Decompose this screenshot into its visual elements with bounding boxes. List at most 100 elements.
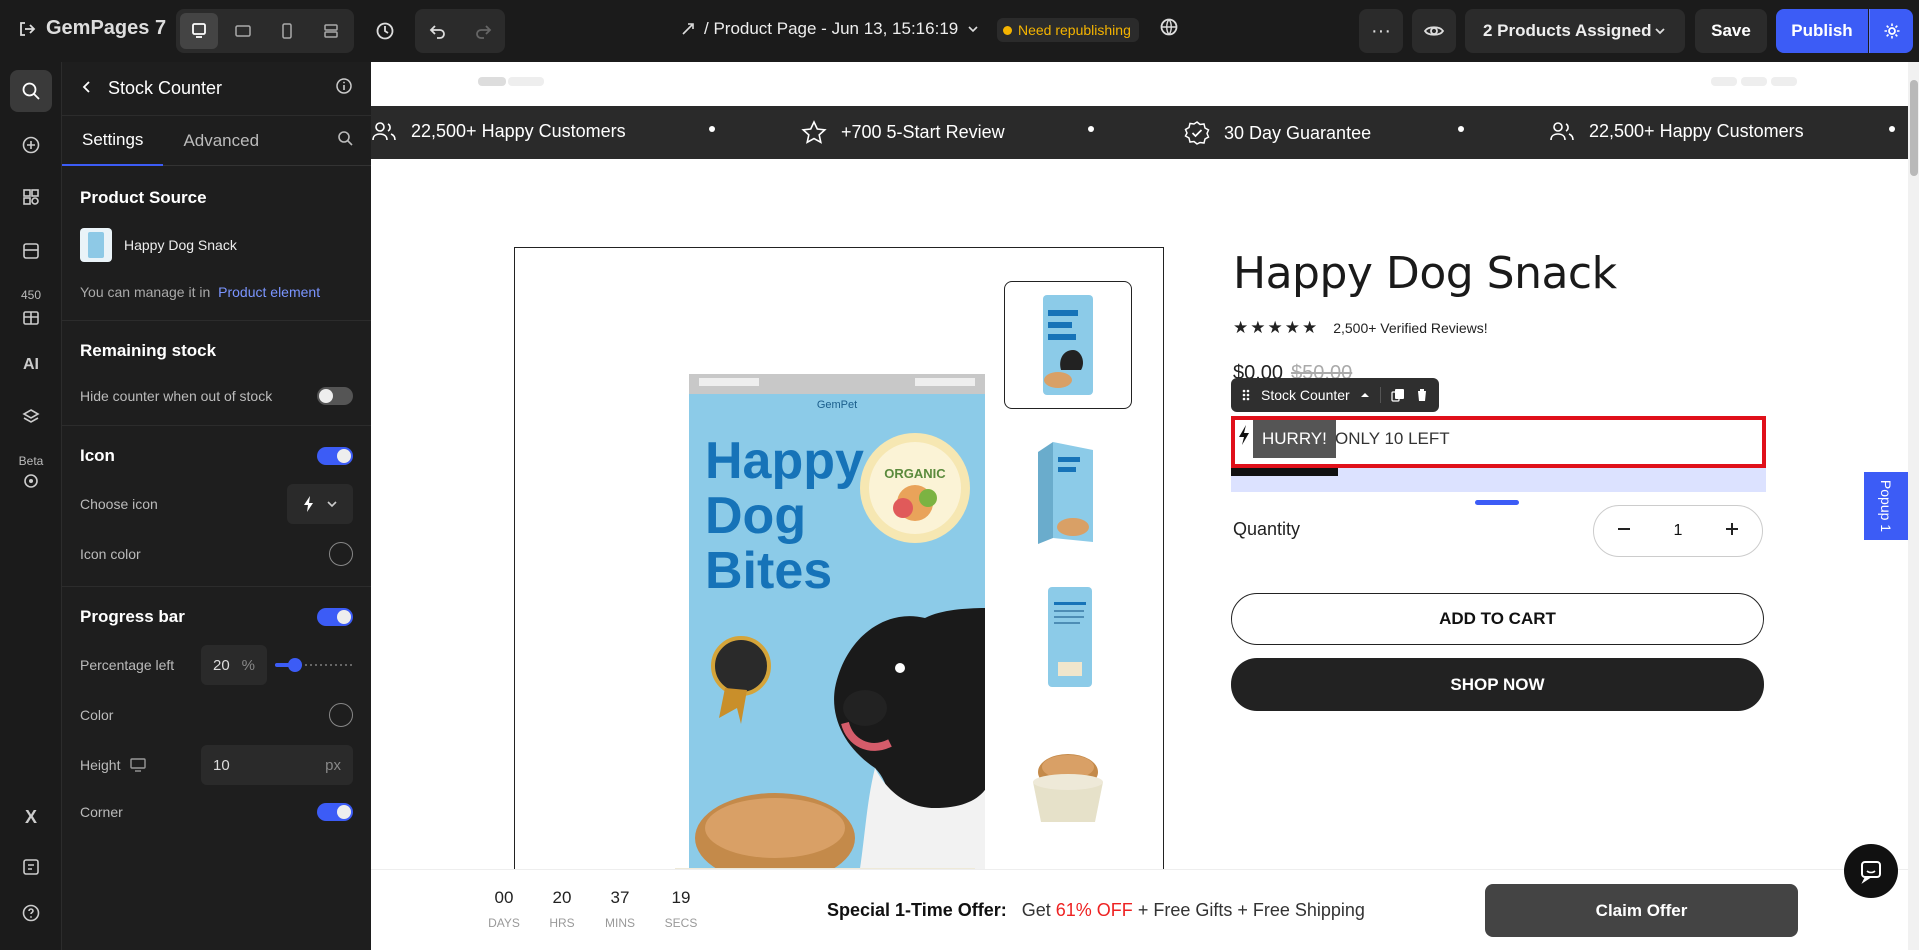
thumbnail-1[interactable] <box>1004 281 1132 409</box>
hide-counter-toggle[interactable] <box>317 387 353 405</box>
progress-color-label: Color <box>80 707 114 723</box>
height-unit: px <box>325 756 341 774</box>
lightning-icon <box>1239 425 1249 445</box>
icon-toggle[interactable] <box>317 447 353 465</box>
percentage-slider[interactable] <box>275 658 353 672</box>
language-button[interactable] <box>1158 16 1180 43</box>
percentage-slider-handle[interactable] <box>288 658 302 672</box>
quantity-value[interactable]: 1 <box>1674 522 1683 540</box>
gear-icon <box>1884 23 1899 39</box>
quantity-stepper: 1 <box>1593 505 1763 557</box>
assigned-products-dropdown[interactable]: 2 Products Assigned <box>1465 9 1685 53</box>
undo-icon <box>429 25 445 39</box>
reviews-count: 2,500+ Verified Reviews! <box>1333 320 1488 336</box>
offer-discount: 61% OFF <box>1055 900 1133 920</box>
panel-title: Stock Counter <box>108 78 223 98</box>
page-title: / Product Page - Jun 13, 15:16:19 <box>704 19 959 38</box>
increase-quantity-button[interactable] <box>1724 521 1740 542</box>
info-button[interactable] <box>335 77 353 100</box>
publish-button[interactable]: Publish <box>1776 9 1868 53</box>
thumbnail-2[interactable] <box>1004 428 1132 556</box>
back-button[interactable] <box>80 78 94 99</box>
canvas-scrollbar-thumb[interactable] <box>1910 80 1918 176</box>
tablet-landscape-button[interactable] <box>224 13 262 49</box>
resize-handle[interactable] <box>1475 500 1519 505</box>
progress-bar-toggle[interactable] <box>317 608 353 626</box>
apps-button[interactable] <box>10 296 52 338</box>
product-title[interactable]: Happy Dog Snack <box>1233 248 1617 299</box>
pages-button[interactable] <box>10 230 52 272</box>
offer-extras: + Free Gifts + Free Shipping <box>1137 900 1365 920</box>
editor-canvas: 22,500+ Happy Customers +700 5-Start Rev… <box>371 62 1908 950</box>
trash-icon[interactable] <box>1415 388 1429 402</box>
popup-tab[interactable]: Popup 1 <box>1864 472 1908 540</box>
layers-button[interactable] <box>10 396 52 438</box>
product-picker[interactable]: Happy Dog Snack <box>80 228 353 262</box>
custom-view-button[interactable] <box>312 13 350 49</box>
decrease-quantity-button[interactable] <box>1616 521 1632 542</box>
add-to-cart-button[interactable]: ADD TO CART <box>1231 593 1764 645</box>
theme-style-button[interactable] <box>10 460 52 502</box>
help-button[interactable] <box>10 892 52 934</box>
feedback-button[interactable] <box>10 846 52 888</box>
percentage-left-input[interactable]: 20 % <box>201 645 267 685</box>
tab-settings[interactable]: Settings <box>62 116 164 166</box>
history-button[interactable] <box>370 16 400 46</box>
thumbnail-4[interactable] <box>1004 718 1132 846</box>
height-input[interactable]: 10 px <box>201 745 353 785</box>
panel-tabs: Settings Advanced <box>62 116 371 166</box>
publish-settings-button[interactable] <box>1869 9 1913 53</box>
redo-button[interactable] <box>460 9 505 53</box>
canvas-scrollbar[interactable] <box>1908 62 1919 950</box>
countdown-value: 20 <box>552 888 572 907</box>
thumbnail-food-bowl <box>1033 754 1103 822</box>
assigned-label: 2 Products Assigned <box>1483 21 1652 40</box>
banner-separator <box>1088 126 1094 132</box>
save-button[interactable]: Save <box>1695 9 1767 53</box>
brand-name: GemPages 7 <box>46 17 167 39</box>
star-outline-icon <box>801 120 827 144</box>
undo-button[interactable] <box>415 9 460 53</box>
icon-title: Icon <box>80 446 115 465</box>
chat-support-button[interactable] <box>1844 844 1898 898</box>
search-icon <box>338 131 353 146</box>
search-elements-button[interactable] <box>10 70 52 112</box>
globe-icon <box>1160 18 1178 36</box>
more-options-button[interactable]: ··· <box>1359 9 1403 53</box>
shop-now-button[interactable]: SHOP NOW <box>1231 658 1764 711</box>
x-social-button[interactable]: X <box>10 796 52 838</box>
countdown-label: SECS <box>664 916 698 930</box>
mobile-view-button[interactable] <box>268 13 306 49</box>
banner-item-customers-repeat: 22,500+ Happy Customers <box>1549 120 1804 142</box>
link-icon <box>682 23 694 35</box>
eye-icon <box>1423 26 1445 36</box>
progress-color-swatch[interactable] <box>329 703 353 727</box>
add-element-button[interactable] <box>10 124 52 166</box>
sections-button[interactable] <box>10 176 52 218</box>
users-icon <box>372 122 396 141</box>
main-product-image[interactable]: ORGANIC GemPet Happy Dog Bites <box>575 338 985 888</box>
countdown-value: 00 <box>494 888 514 907</box>
toolbar-element-label[interactable]: Stock Counter <box>1261 387 1350 403</box>
duplicate-icon[interactable] <box>1391 388 1405 402</box>
corner-toggle[interactable] <box>317 803 353 821</box>
ai-button[interactable]: AI <box>10 344 52 386</box>
icon-color-swatch[interactable] <box>329 542 353 566</box>
product-element-link[interactable]: Product element <box>218 284 320 300</box>
tab-advanced[interactable]: Advanced <box>163 116 279 166</box>
thumbnail-3[interactable] <box>1004 573 1132 701</box>
preview-button[interactable] <box>1412 9 1456 53</box>
drag-handle-icon[interactable] <box>1241 388 1251 402</box>
page-title-selector[interactable]: / Product Page - Jun 13, 15:16:19 <box>680 19 980 39</box>
countdown-days: 00 DAYS <box>484 888 524 930</box>
device-responsive-icon[interactable] <box>130 758 147 772</box>
desktop-view-button[interactable] <box>180 13 218 49</box>
icon-color-label: Icon color <box>80 546 141 562</box>
claim-offer-button[interactable]: Claim Offer <box>1485 884 1798 937</box>
caret-up-icon[interactable] <box>1360 390 1370 400</box>
panel-header: Stock Counter <box>62 62 371 116</box>
product-source-section: Product Source Happy Dog Snack You can m… <box>62 166 371 321</box>
exit-editor-button[interactable]: GemPages 7 <box>18 17 166 40</box>
settings-search-button[interactable] <box>337 130 353 151</box>
choose-icon-dropdown[interactable] <box>287 484 353 524</box>
